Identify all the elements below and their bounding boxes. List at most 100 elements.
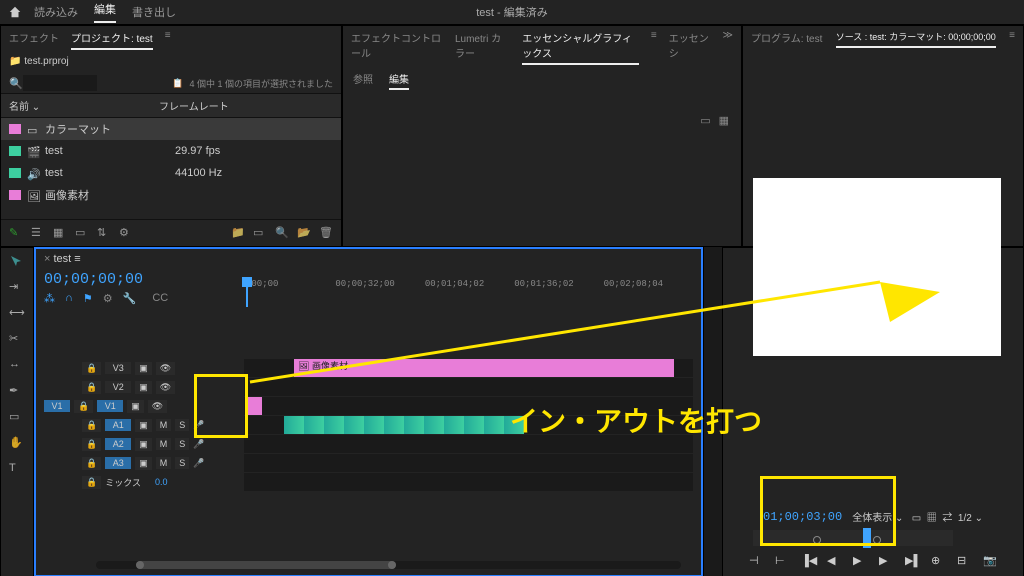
insert-icon[interactable]: ⊕ (931, 554, 945, 568)
toggle-output-icon[interactable]: ▣ (127, 400, 144, 413)
track-area[interactable] (244, 454, 693, 472)
mute-button[interactable]: M (156, 419, 172, 431)
track-label[interactable]: V3 (105, 362, 131, 374)
slip-tool-icon[interactable]: ↔ (9, 358, 25, 374)
mute-button[interactable]: M (156, 457, 172, 469)
tab-effect-controls[interactable]: エフェクトコントロール (351, 30, 443, 65)
lock-icon[interactable]: 🔒 (82, 362, 101, 375)
setting-icon[interactable]: ▭ (912, 513, 921, 524)
new-item-icon[interactable]: ▭ (253, 226, 267, 240)
go-in-icon[interactable]: ▐◀ (801, 554, 815, 568)
icon-view-icon[interactable]: ▦ (53, 226, 67, 240)
track-label[interactable]: A2 (105, 438, 131, 450)
program-playhead[interactable] (863, 528, 871, 548)
settings-icon[interactable]: ⚙ (103, 292, 113, 305)
toggle-output-icon[interactable]: ▣ (135, 419, 152, 432)
program-scrubber[interactable] (753, 530, 953, 546)
bin-icon[interactable]: 📋 (172, 78, 183, 89)
tab-essential-sound[interactable]: エッセンシ (669, 30, 711, 65)
play-icon[interactable]: ▶ (853, 554, 867, 568)
grid-icon[interactable]: ▦ (927, 513, 937, 524)
panel-menu-icon[interactable]: ≡ (651, 30, 657, 65)
sort-icon[interactable]: ⇅ (97, 226, 111, 240)
playhead[interactable] (246, 277, 248, 307)
trash-icon[interactable]: 🗑 (319, 226, 333, 240)
toggle-output-icon[interactable]: ▣ (135, 438, 152, 451)
mic-icon[interactable]: 🎤 (193, 439, 204, 450)
tab-essential-graphics[interactable]: エッセンシャルグラフィックス (522, 30, 639, 65)
scrollbar-thumb[interactable] (136, 561, 396, 569)
compare-icon[interactable]: ⇄ (942, 513, 952, 524)
link-icon[interactable]: ∩ (65, 292, 73, 305)
overwrite-icon[interactable]: ⊟ (957, 554, 971, 568)
tab-import[interactable]: 読み込み (34, 4, 78, 20)
track-label[interactable]: V2 (105, 381, 131, 393)
search-icon[interactable]: 🔍 (9, 77, 23, 90)
track-area[interactable] (244, 435, 693, 453)
resolution-select[interactable]: 1/2 (958, 513, 972, 524)
ripple-tool-icon[interactable]: ⟷ (9, 306, 25, 322)
source-patch[interactable]: V1 (44, 400, 70, 412)
project-item[interactable]: 🎬 test 29.97 fps (1, 140, 341, 162)
auto-icon[interactable]: ⚙ (119, 226, 133, 240)
lock-icon[interactable]: 🔒 (82, 381, 101, 394)
in-marker[interactable] (813, 536, 821, 544)
snap-icon[interactable]: ⁂ (44, 292, 55, 305)
track-area[interactable] (244, 416, 693, 434)
tab-lumetri[interactable]: Lumetri カラー (455, 30, 510, 65)
lock-icon[interactable]: 🔒 (82, 476, 101, 489)
lock-icon[interactable]: 🔒 (82, 438, 101, 451)
project-item[interactable]: 🖼 画像素材 (1, 184, 341, 206)
new-folder-icon[interactable]: 📂 (297, 226, 311, 240)
timeline-zoom-scrollbar[interactable] (96, 561, 681, 569)
track-label[interactable]: A1 (105, 419, 131, 431)
step-back-icon[interactable]: ◀ (827, 554, 841, 568)
clip[interactable] (248, 397, 262, 415)
track-area[interactable] (244, 378, 693, 396)
pen-tool-icon[interactable]: ✒ (9, 384, 25, 400)
eye-icon[interactable]: 👁 (156, 362, 175, 375)
track-area[interactable] (244, 473, 693, 491)
new-bin-icon[interactable]: 📁 (231, 226, 245, 240)
mark-out-icon[interactable]: ⊢ (775, 554, 789, 568)
program-timecode[interactable]: 01;00;03;00 (763, 510, 842, 524)
pencil-icon[interactable]: ✎ (9, 226, 23, 240)
marker-icon[interactable]: ⚑ (83, 292, 93, 305)
track-select-tool-icon[interactable]: ⇥ (9, 280, 25, 296)
export-frame-icon[interactable]: 📷 (983, 554, 997, 568)
list-view-icon[interactable]: ☰ (31, 226, 45, 240)
freeform-icon[interactable]: ▭ (75, 226, 89, 240)
lock-icon[interactable]: 🔒 (82, 457, 101, 470)
type-tool-icon[interactable]: T (9, 462, 25, 478)
search-bin-icon[interactable]: 🔍 (275, 226, 289, 240)
rectangle-tool-icon[interactable]: ▭ (9, 410, 25, 426)
solo-button[interactable]: S (175, 438, 189, 450)
eye-icon[interactable]: 👁 (156, 381, 175, 394)
toggle-output-icon[interactable]: ▣ (135, 362, 152, 375)
track-area[interactable] (244, 397, 693, 415)
timeline-ruler[interactable]: ;00;00 00;00;32;00 00;01;04;02 00;01;36;… (246, 279, 693, 299)
tab-export[interactable]: 書き出し (132, 4, 176, 20)
track-area[interactable]: 🖼 画像素材 (244, 359, 693, 377)
solo-button[interactable]: S (175, 419, 189, 431)
tab-program[interactable]: プログラム: test (751, 30, 822, 48)
project-item[interactable]: 🔊 test 44100 Hz (1, 162, 341, 184)
zoom-select[interactable]: 全体表示 (852, 513, 892, 524)
layer-icon[interactable]: ▭ (700, 114, 710, 127)
wrench-icon[interactable]: 🔧 (123, 292, 137, 305)
lock-icon[interactable]: 🔒 (74, 400, 93, 413)
tab-edit[interactable]: 編集 (94, 1, 116, 23)
go-out-icon[interactable]: ▶▌ (905, 554, 919, 568)
mic-icon[interactable]: 🎤 (193, 458, 204, 469)
track-label[interactable]: V1 (97, 400, 123, 412)
tab-effects[interactable]: エフェクト (9, 30, 59, 50)
toggle-output-icon[interactable]: ▣ (135, 457, 152, 470)
tab-project[interactable]: プロジェクト: test (71, 30, 153, 50)
cc-icon[interactable]: CC (152, 292, 168, 305)
tab-source[interactable]: ソース : test: カラーマット: 00;00;00;00 (836, 30, 996, 48)
out-marker[interactable] (873, 536, 881, 544)
selection-tool-icon[interactable] (9, 254, 25, 270)
mic-icon[interactable]: 🎤 (193, 420, 204, 431)
panel-menu-icon[interactable]: ≡ (74, 253, 80, 265)
subtab-edit[interactable]: 編集 (389, 71, 409, 90)
